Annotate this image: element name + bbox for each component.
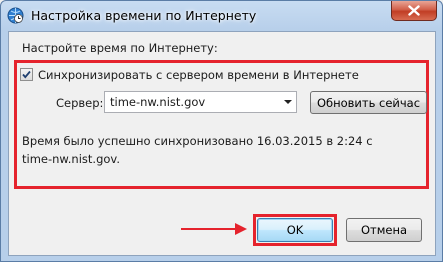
server-value: time-nw.nist.gov: [110, 95, 206, 109]
sync-checkbox[interactable]: [20, 68, 33, 81]
close-button[interactable]: [391, 1, 437, 21]
instruction-text: Настройте время по Интернету:: [22, 41, 218, 55]
window-title: Настройка времени по Интернету: [31, 8, 257, 23]
server-combobox[interactable]: time-nw.nist.gov: [104, 91, 297, 113]
red-arrow-icon: [181, 223, 247, 235]
update-now-button[interactable]: Обновить сейчас: [310, 91, 427, 114]
status-line-2: time-nw.nist.gov.: [22, 152, 120, 166]
dialog-window: Настройка времени по Интернету Настройте…: [0, 0, 443, 262]
chevron-down-icon[interactable]: [284, 100, 292, 104]
title-bar[interactable]: Настройка времени по Интернету: [1, 1, 442, 31]
checkmark-icon: [22, 70, 31, 79]
server-label: Сервер:: [56, 96, 104, 110]
status-text: Время было успешно синхронизовано 16.03.…: [22, 132, 422, 168]
clock-globe-icon: [7, 7, 24, 24]
sync-checkbox-label[interactable]: Синхронизировать с сервером времени в Ин…: [38, 68, 359, 82]
dialog-body: Настройте время по Интернету: Синхронизи…: [8, 31, 436, 256]
close-icon: [408, 5, 420, 16]
status-line-1: Время было успешно синхронизовано 16.03.…: [22, 134, 373, 148]
ok-button[interactable]: OK: [257, 218, 333, 242]
cancel-button[interactable]: Отмена: [346, 218, 422, 242]
